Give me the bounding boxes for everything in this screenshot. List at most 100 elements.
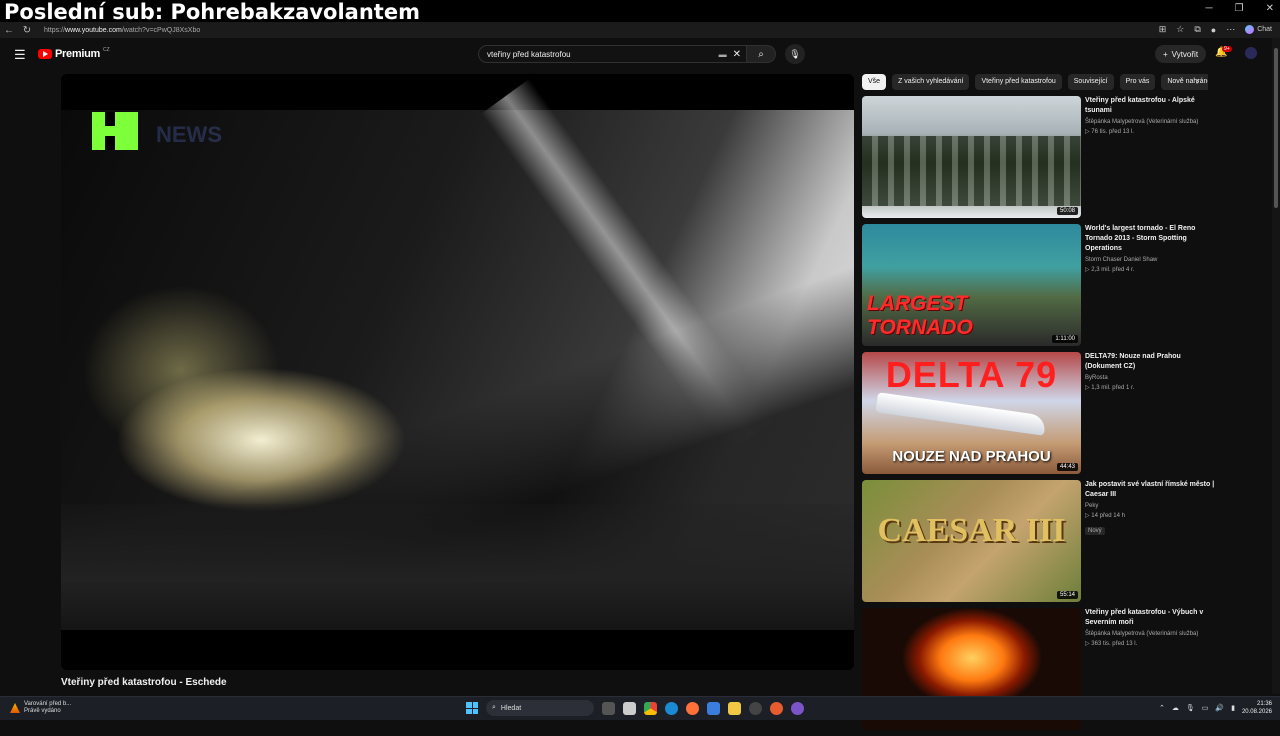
video-item-title[interactable]: Vteřiny před katastrofou - Alpské tsunam… — [1085, 96, 1215, 116]
channel-name[interactable]: Štěpánka Malypetrová (Veterinární služba… — [1085, 631, 1215, 637]
channel-name[interactable]: Peky — [1085, 503, 1215, 509]
firefox-icon[interactable] — [686, 701, 699, 715]
clear-search-icon[interactable]: ✕ — [733, 49, 741, 60]
chrome-icon[interactable] — [644, 701, 657, 715]
store-icon[interactable] — [623, 701, 636, 715]
list-item[interactable]: DELTA 79 NOUZE NAD PRAHOU 44:43 DELTA79:… — [862, 352, 1217, 480]
microphone-icon[interactable]: 🎙 — [1186, 704, 1195, 712]
system-tray: ⌃ ☁ 🎙 ▭ 🔊 ▮ 21:36 20.08.2026 — [1159, 700, 1272, 716]
favorite-icon[interactable]: ☆ — [1176, 24, 1184, 35]
create-button[interactable]: + Vytvořit — [1155, 45, 1207, 63]
task-view-icon[interactable] — [602, 701, 615, 715]
video-item-title[interactable]: Jak postavit své vlastní římské město | … — [1085, 480, 1215, 500]
list-item[interactable]: CAESAR III 55:14 Jak postavit své vlastn… — [862, 480, 1217, 608]
chip-for-you[interactable]: Pro vás — [1119, 74, 1156, 90]
page-scrollbar[interactable] — [1272, 38, 1280, 694]
channel-name[interactable]: Storm Chaser Daniel Shaw — [1085, 257, 1215, 263]
address-bar: ← ↻ https://www.youtube.com/watch?v=cPwQ… — [0, 22, 1280, 38]
video-title: Vteřiny před katastrofou - Eschede — [61, 677, 227, 688]
recommendations-list: 50:08 Vteřiny před katastrofou - Alpské … — [862, 96, 1217, 736]
video-ground — [61, 504, 854, 630]
file-explorer-icon[interactable] — [728, 701, 741, 715]
mail-icon[interactable] — [707, 701, 720, 715]
cloud-icon[interactable]: ☁ — [1172, 704, 1179, 712]
weather-widget[interactable]: Varování před b... Právě vydáno — [10, 701, 71, 715]
list-item[interactable]: 50:08 Vteřiny před katastrofou - Alpské … — [862, 96, 1217, 224]
more-icon[interactable]: ⋯ — [1226, 24, 1235, 35]
thumbnail-text: LARGEST — [867, 292, 968, 315]
url-field[interactable]: https://www.youtube.com/watch?v=cPwQJ8Xs… — [44, 27, 200, 34]
video-meta: ▷ 1,3 mil. před 1 r. — [1085, 385, 1135, 391]
menu-icon[interactable]: ☰ — [14, 47, 26, 63]
search-icon: ⌕ — [758, 48, 764, 60]
close-icon[interactable]: ✕ — [1266, 3, 1274, 14]
duration-badge: 55:14 — [1056, 591, 1078, 599]
profile-icon[interactable]: ● — [1211, 25, 1216, 35]
chip-all[interactable]: Vše — [862, 74, 887, 90]
chip-related[interactable]: Související — [1067, 74, 1114, 90]
chip-from-searches[interactable]: Z vašich vyhledávání — [892, 74, 970, 90]
youtube-logo[interactable]: Premium CZ — [38, 47, 110, 60]
taskbar-center: ⌕ Hledat — [466, 700, 804, 716]
weather-title: Varování před b... — [24, 701, 72, 707]
clock[interactable]: 21:36 20.08.2026 — [1242, 700, 1272, 716]
new-badge: Nový — [1085, 527, 1105, 535]
speaker-icon[interactable]: 🔊 — [1215, 704, 1224, 712]
minimize-icon[interactable]: ─ — [1206, 3, 1213, 14]
microphone-icon: 🎙 — [789, 48, 801, 59]
copilot-chat-button[interactable]: Chat — [1245, 25, 1272, 34]
keyboard-icon[interactable]: ▬ — [719, 50, 727, 59]
voice-search-button[interactable]: 🎙 — [785, 44, 805, 64]
chip-series[interactable]: Vteřiny před katastrofou — [975, 74, 1062, 90]
video-player[interactable]: NEWS — [61, 74, 854, 670]
filter-chips: Vše Z vašich vyhledávání Vteřiny před ka… — [862, 74, 1208, 90]
app-icon[interactable] — [749, 701, 762, 715]
list-item[interactable]: LARGEST TORNADO 1:11:00 World's largest … — [862, 224, 1217, 352]
scrollbar-thumb[interactable] — [1274, 48, 1278, 208]
avatar[interactable] — [1245, 47, 1257, 59]
firefox-dev-icon[interactable] — [770, 701, 783, 715]
tv-channel-logo-ghost: NEWS — [156, 122, 222, 147]
video-item-title[interactable]: World's largest tornado - El Reno Tornad… — [1085, 224, 1215, 254]
search-input[interactable]: vteřiny před katastrofou ▬ ✕ — [478, 45, 748, 63]
extensions-icon[interactable]: ⧉ — [1194, 24, 1200, 35]
stream-overlay-title: Poslední sub: Pohrebakzavolantem — [4, 0, 420, 24]
video-meta: ▷ 363 tis. před 13 l. — [1085, 641, 1138, 647]
video-thumbnail[interactable]: LARGEST TORNADO 1:11:00 — [862, 224, 1081, 346]
channel-name[interactable]: ByRosta — [1085, 375, 1215, 381]
video-item-title[interactable]: DELTA79: Nouze nad Prahou (Dokument CZ) — [1085, 352, 1215, 372]
search-button[interactable]: ⌕ — [746, 45, 776, 63]
video-item-title[interactable]: Vteřiny před katastrofou - Výbuch v Seve… — [1085, 608, 1215, 628]
thumbnail-trees — [862, 136, 1081, 206]
monitor-icon[interactable]: ▭ — [1202, 704, 1209, 712]
apps-icon[interactable]: ⊞ — [1159, 24, 1167, 35]
duration-badge: 1:11:00 — [1052, 335, 1078, 343]
weather-subtitle: Právě vydáno — [24, 708, 61, 714]
taskbar-search[interactable]: ⌕ Hledat — [486, 700, 594, 716]
chevron-up-icon[interactable]: ⌃ — [1159, 704, 1165, 712]
video-thumbnail[interactable]: CAESAR III 55:14 — [862, 480, 1081, 602]
battery-icon[interactable]: ▮ — [1231, 704, 1235, 712]
back-icon[interactable]: ← — [0, 25, 18, 36]
video-thumbnail[interactable]: 50:08 — [862, 96, 1081, 218]
discord-icon[interactable] — [791, 701, 804, 715]
restore-icon[interactable]: ❐ — [1235, 3, 1244, 14]
thumbnail-text: TORNADO — [867, 316, 973, 339]
edge-icon[interactable] — [665, 701, 678, 715]
duration-badge: 50:08 — [1056, 207, 1078, 215]
video-meta: ▷ 76 tis. před 13 l. — [1085, 129, 1134, 135]
search-icon: ⌕ — [492, 704, 496, 711]
channel-name[interactable]: Štěpánka Malypetrová (Veterinární služba… — [1085, 119, 1215, 125]
chip-recently-uploaded[interactable]: Nově nahráno — [1161, 74, 1208, 90]
video-info: Vteřiny před katastrofou - Alpské tsunam… — [1085, 96, 1215, 135]
notification-badge: 9+ — [1222, 46, 1232, 52]
refresh-icon[interactable]: ↻ — [18, 25, 36, 36]
video-info: DELTA79: Nouze nad Prahou (Dokument CZ) … — [1085, 352, 1215, 391]
browser-toolbar-right: ⊞ ☆ ⧉ ● ⋯ Chat — [1159, 24, 1272, 35]
clock-date: 20.08.2026 — [1241, 709, 1272, 715]
chevron-right-icon[interactable]: › — [1196, 76, 1199, 87]
window-controls: ─ ❐ ✕ — [1206, 3, 1274, 14]
windows-start-icon[interactable] — [466, 702, 478, 714]
youtube-play-icon — [38, 49, 52, 59]
video-thumbnail[interactable]: DELTA 79 NOUZE NAD PRAHOU 44:43 — [862, 352, 1081, 474]
